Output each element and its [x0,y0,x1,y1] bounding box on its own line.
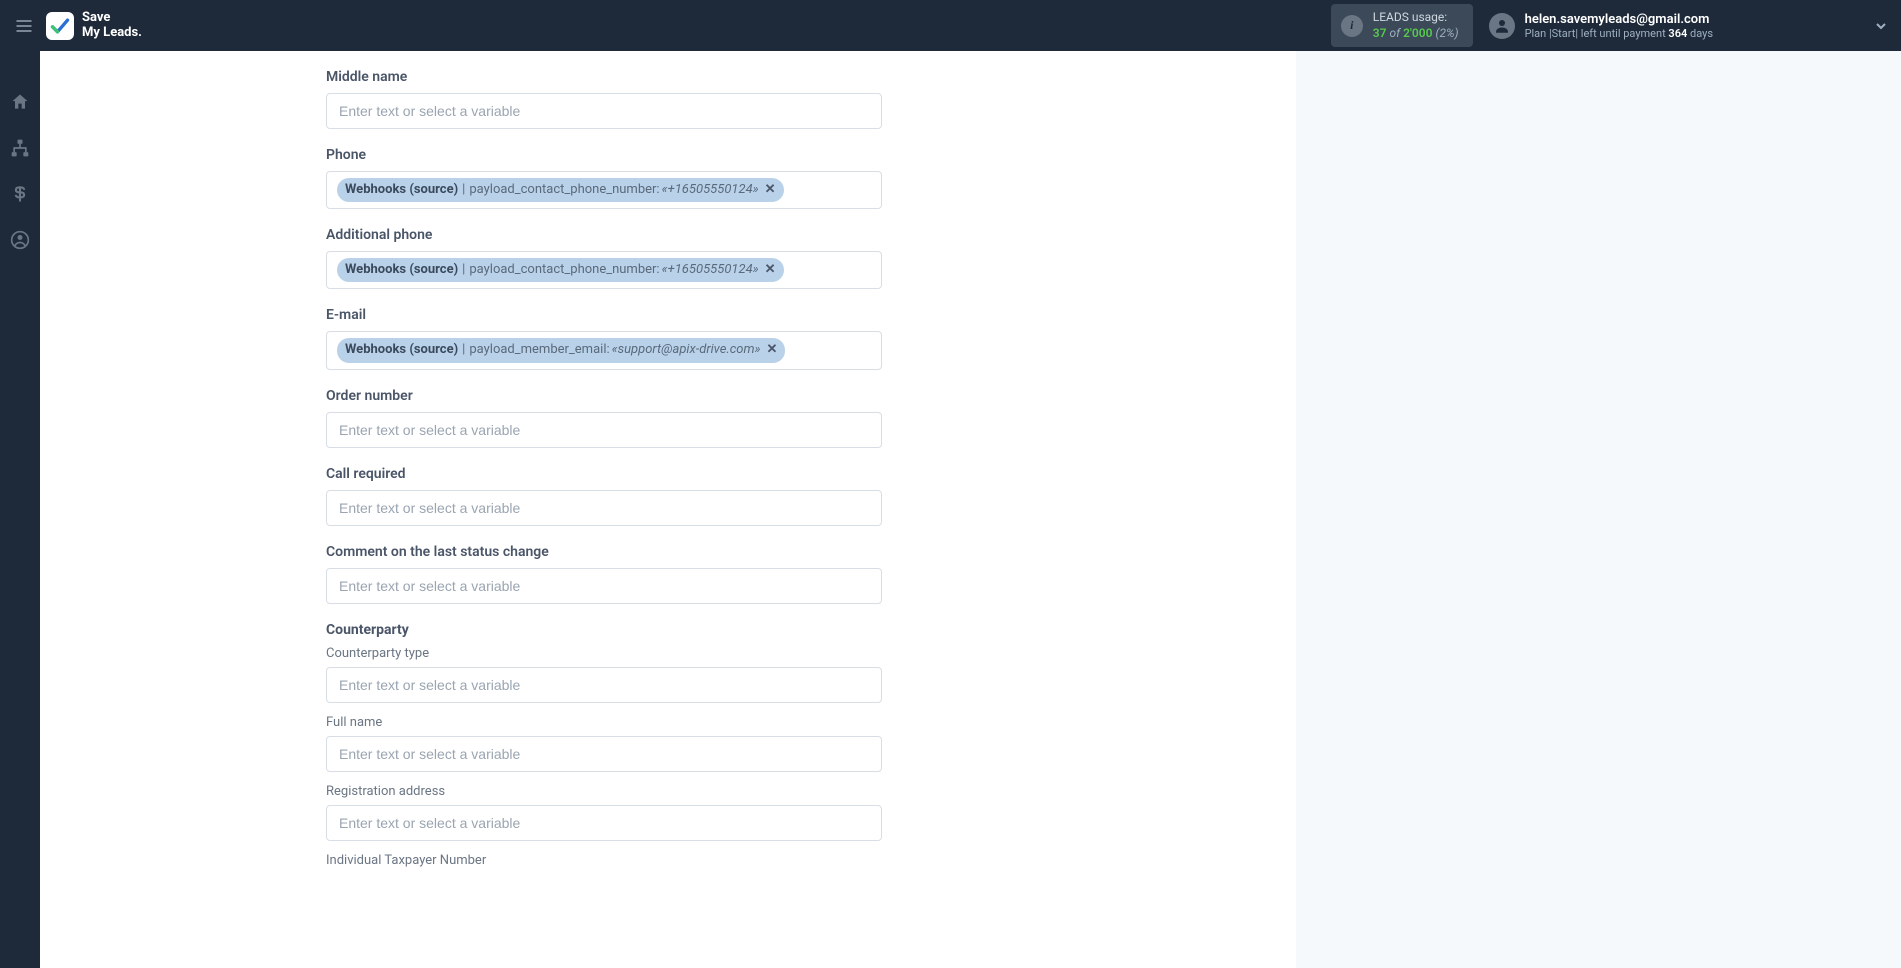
input-counterparty-type[interactable] [326,667,882,703]
field-order-number: Order number [326,388,882,448]
info-icon: i [1341,15,1363,37]
input-call-required[interactable] [326,490,882,526]
input-order-number[interactable] [326,412,882,448]
field-registration-address: Registration address [326,784,882,841]
label-call-required: Call required [326,466,882,482]
field-itn: Individual Taxpayer Number [326,853,882,868]
input-full-name-text[interactable] [337,745,871,763]
input-email[interactable]: Webhooks (source) | payload_member_email… [326,331,882,369]
label-additional-phone: Additional phone [326,227,882,243]
input-middle-name-text[interactable] [337,102,871,120]
input-registration-address-text[interactable] [337,814,871,832]
field-additional-phone: Additional phone Webhooks (source) | pay… [326,227,882,289]
sidebar [0,51,40,968]
avatar [1489,13,1515,39]
label-order-number: Order number [326,388,882,404]
user-circle-icon [10,230,30,250]
sidebar-connections[interactable] [9,137,31,159]
home-icon [10,92,30,112]
input-call-required-text[interactable] [337,499,871,517]
field-comment-status: Comment on the last status change [326,544,882,604]
input-comment-status-text[interactable] [337,577,871,595]
leads-usage-badge[interactable]: i LEADS usage: 37 of 2'000 (2%) [1331,4,1473,47]
sitemap-icon [10,138,30,158]
label-middle-name: Middle name [326,69,882,85]
chip-email: Webhooks (source) | payload_member_email… [337,338,785,362]
chip-additional-phone-remove[interactable]: ✕ [765,261,776,279]
input-additional-phone[interactable]: Webhooks (source) | payload_contact_phon… [326,251,882,289]
input-order-number-text[interactable] [337,421,871,439]
field-middle-name: Middle name [326,69,882,129]
label-phone: Phone [326,147,882,163]
field-counterparty-type: Counterparty type [326,646,882,703]
brand-logo[interactable]: Save My Leads. [46,11,142,40]
sidebar-billing[interactable] [9,183,31,205]
label-full-name: Full name [326,715,882,730]
logo-mark [46,12,74,40]
sidebar-profile[interactable] [9,229,31,251]
label-itn: Individual Taxpayer Number [326,853,882,868]
field-call-required: Call required [326,466,882,526]
check-icon [50,16,70,36]
input-registration-address[interactable] [326,805,882,841]
chevron-down-icon [1873,18,1889,34]
label-email: E-mail [326,307,882,323]
main-area: Middle name Phone Webhooks (source) | pa… [40,51,1901,968]
input-phone[interactable]: Webhooks (source) | payload_contact_phon… [326,171,882,209]
chip-phone-remove[interactable]: ✕ [765,181,776,199]
field-phone: Phone Webhooks (source) | payload_contac… [326,147,882,209]
sidebar-home[interactable] [9,91,31,113]
label-registration-address: Registration address [326,784,882,799]
form-card: Middle name Phone Webhooks (source) | pa… [40,51,1296,968]
account-chevron[interactable] [1873,18,1889,34]
user-icon [1493,17,1511,35]
section-counterparty: Counterparty [326,622,882,638]
input-comment-status[interactable] [326,568,882,604]
dollar-icon [10,184,30,204]
menu-button[interactable] [12,14,36,38]
chip-phone: Webhooks (source) | payload_contact_phon… [337,178,784,202]
usage-text: LEADS usage: 37 of 2'000 (2%) [1373,10,1459,41]
label-counterparty-type: Counterparty type [326,646,882,661]
label-comment-status: Comment on the last status change [326,544,882,560]
input-middle-name[interactable] [326,93,882,129]
hamburger-icon [14,16,34,36]
field-email: E-mail Webhooks (source) | payload_membe… [326,307,882,369]
chip-additional-phone: Webhooks (source) | payload_contact_phon… [337,258,784,282]
app-header: Save My Leads. i LEADS usage: 37 of 2'00… [0,0,1901,51]
brand-name: Save My Leads. [82,11,142,40]
input-full-name[interactable] [326,736,882,772]
account-text: helen.savemyleads@gmail.com Plan |Start|… [1525,12,1713,40]
input-counterparty-type-text[interactable] [337,676,871,694]
chip-email-remove[interactable]: ✕ [767,341,778,359]
account-menu[interactable]: helen.savemyleads@gmail.com Plan |Start|… [1489,12,1713,40]
field-full-name: Full name [326,715,882,772]
